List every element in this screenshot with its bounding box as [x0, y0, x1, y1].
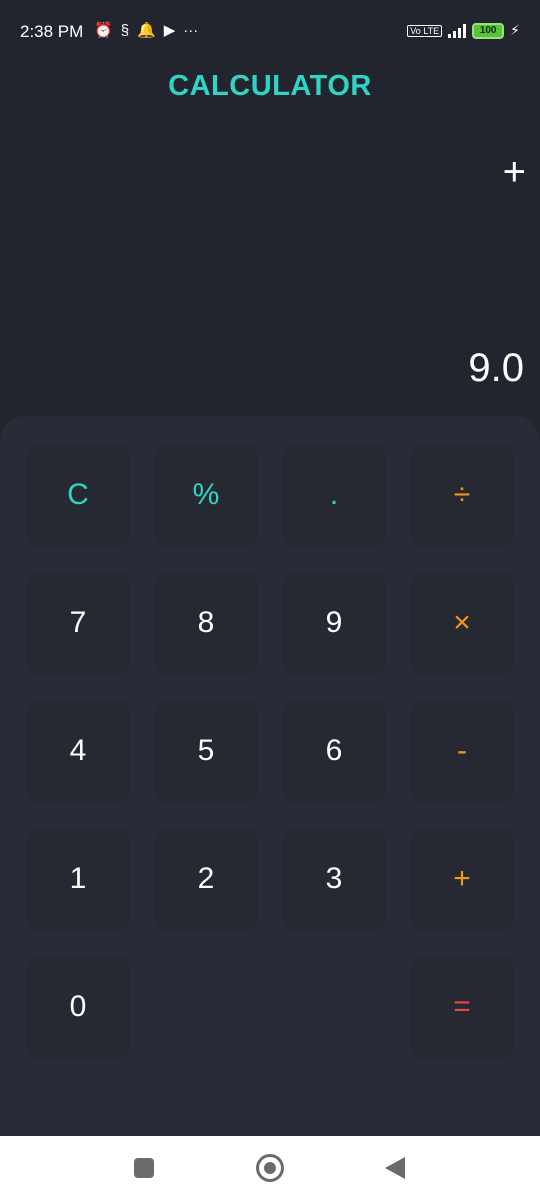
divide-button[interactable]: ÷	[410, 443, 514, 547]
multiply-button[interactable]: ×	[410, 571, 514, 675]
status-time: 2:38 PM	[20, 22, 84, 41]
data-saver-icon: §	[120, 22, 130, 39]
system-nav-bar	[0, 1136, 540, 1200]
minus-button[interactable]: -	[410, 699, 514, 803]
plus-button[interactable]: +	[410, 827, 514, 931]
digit-6-button[interactable]: 6	[282, 699, 386, 803]
recents-icon[interactable]	[134, 1158, 154, 1178]
notification-bell-icon: 🔔	[137, 22, 156, 39]
digit-4-button[interactable]: 4	[26, 699, 130, 803]
volte-badge: Vo LTE	[407, 24, 443, 37]
equals-button[interactable]: =	[410, 955, 514, 1059]
battery-icon: 100	[472, 22, 505, 39]
digit-7-button[interactable]: 7	[26, 571, 130, 675]
digit-0-button[interactable]: 0	[26, 955, 130, 1059]
status-bar: 2:38 PM ⏰ § 🔔 ▶ ··· Vo LTE 100 ⚡	[0, 0, 540, 64]
display-operator: +	[502, 150, 526, 194]
percent-button[interactable]: %	[154, 443, 258, 547]
status-icons-left: ⏰ § 🔔 ▶ ···	[94, 21, 198, 41]
digit-2-button[interactable]: 2	[154, 827, 258, 931]
alarm-icon: ⏰	[94, 22, 113, 39]
play-icon: ▶	[163, 22, 176, 39]
back-icon[interactable]	[385, 1157, 405, 1179]
signal-icon	[448, 23, 467, 38]
display-result: 9.0	[468, 346, 524, 390]
charging-icon: ⚡	[510, 22, 520, 38]
digit-3-button[interactable]: 3	[282, 827, 386, 931]
digit-5-button[interactable]: 5	[154, 699, 258, 803]
more-icon: ···	[183, 22, 199, 39]
clear-button[interactable]: C	[26, 443, 130, 547]
digit-8-button[interactable]: 8	[154, 571, 258, 675]
app-title: CALCULATOR	[168, 70, 372, 102]
decimal-button[interactable]: .	[282, 443, 386, 547]
home-icon[interactable]	[256, 1154, 284, 1182]
digit-1-button[interactable]: 1	[26, 827, 130, 931]
status-icons-right: Vo LTE 100 ⚡	[407, 22, 520, 39]
digit-9-button[interactable]: 9	[282, 571, 386, 675]
keypad: C % . ÷ 7 8 9 × 4 5 6 - 1 2 3 + 0 =	[0, 416, 540, 1136]
